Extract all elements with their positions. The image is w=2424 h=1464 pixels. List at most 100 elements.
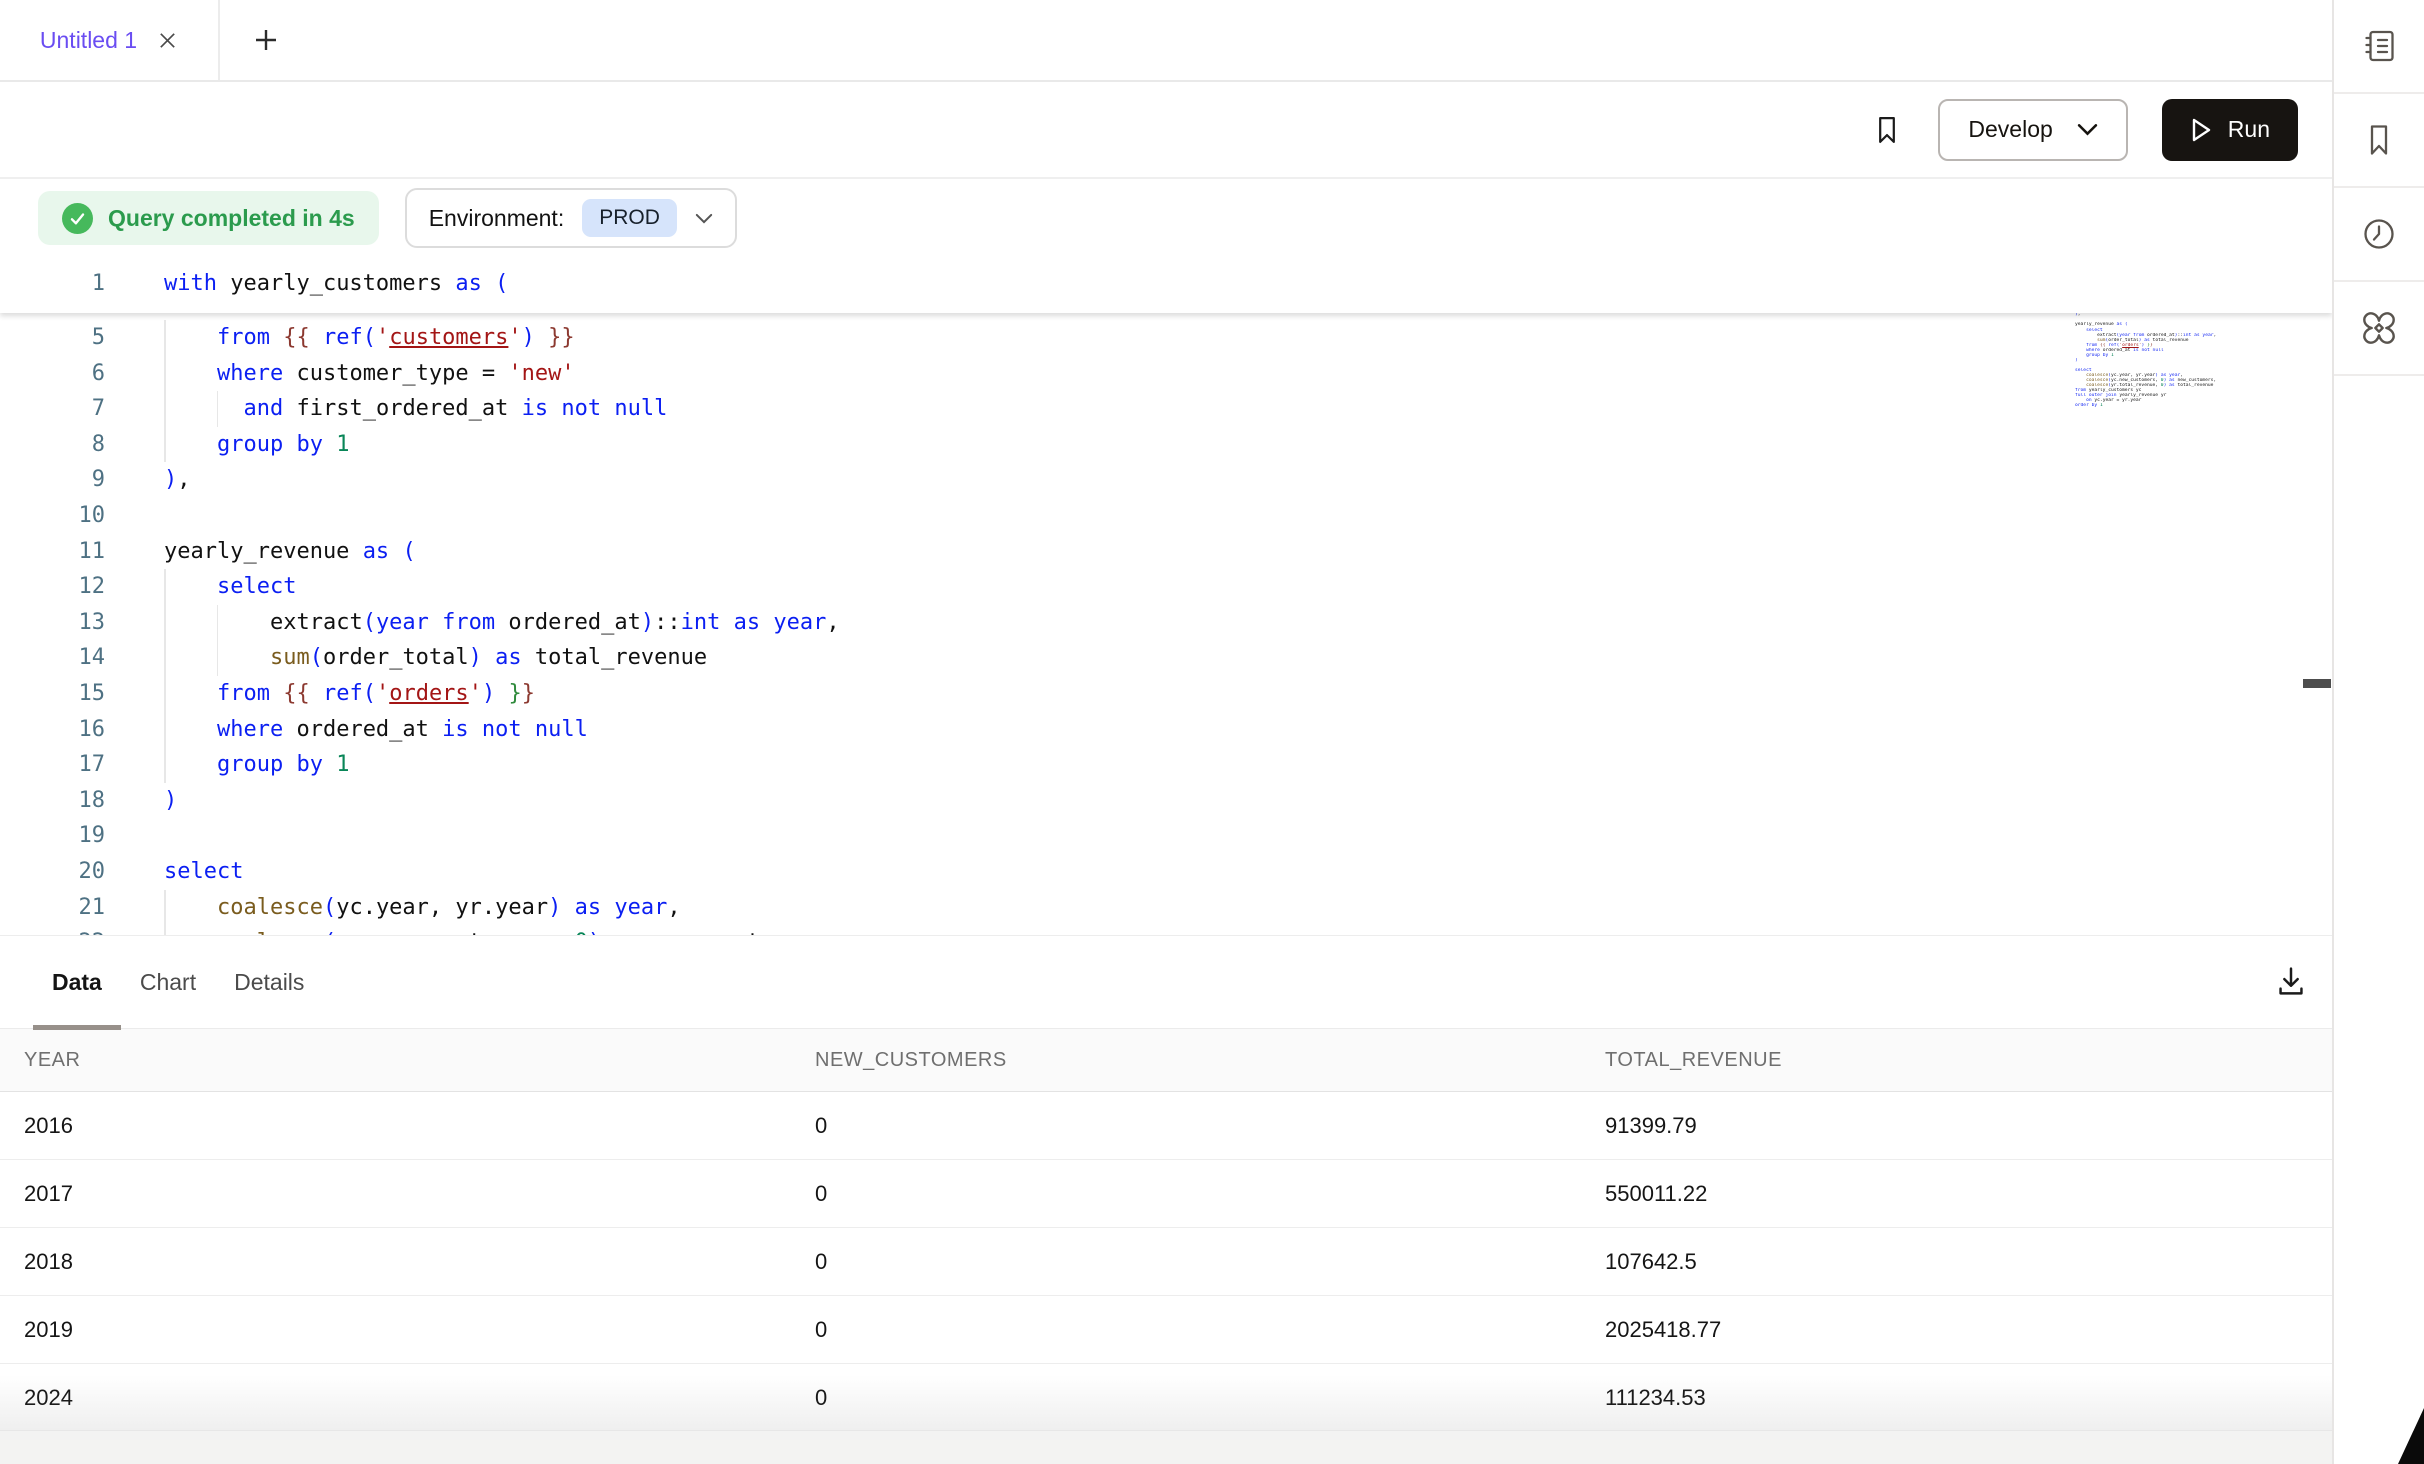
line-number: 11	[0, 534, 105, 570]
results-tabs: Data Chart Details	[0, 936, 2332, 1029]
column-header-total-revenue: TOTAL_REVENUE	[1605, 1049, 2332, 1072]
tab-bar: Untitled 1	[0, 0, 2332, 82]
environment-selector[interactable]: Environment: PROD	[405, 188, 737, 248]
line-number: 20	[0, 854, 105, 890]
line-number: 14	[0, 640, 105, 676]
close-icon	[157, 30, 178, 51]
table-row[interactable]: 20170550011.22	[0, 1160, 2332, 1228]
code-line-5[interactable]: 5 from {{ ref('customers') }}	[0, 320, 2332, 356]
download-button[interactable]	[2272, 962, 2310, 1000]
line-number: 17	[0, 747, 105, 783]
sticky-line[interactable]: 1 with yearly_customers as (	[0, 255, 2332, 313]
line-number: 18	[0, 783, 105, 819]
table-cell: 2018	[24, 1249, 815, 1275]
code-line-13[interactable]: 13 extract(year from ordered_at)::int as…	[0, 605, 2332, 641]
environment-badge: PROD	[582, 199, 677, 237]
line-number: 15	[0, 676, 105, 712]
tab-untitled-1[interactable]: Untitled 1	[0, 0, 220, 80]
code-line-12[interactable]: 12 select	[0, 569, 2332, 605]
code-line-18[interactable]: 18)	[0, 783, 2332, 819]
code-line-22[interactable]: 22 coalesce(yc.new_customers, 0) as new_…	[0, 925, 2332, 935]
line-number: 12	[0, 569, 105, 605]
environment-chevron-icon	[695, 213, 713, 224]
table-row[interactable]: 20180107642.5	[0, 1228, 2332, 1296]
run-label: Run	[2228, 116, 2270, 143]
new-tab-button[interactable]	[252, 26, 280, 54]
sidebar-item-bookmarks[interactable]	[2334, 94, 2424, 188]
tab-chart[interactable]: Chart	[121, 936, 215, 1028]
sidebar-item-dbt[interactable]	[2334, 282, 2424, 376]
resize-grip[interactable]	[2398, 1408, 2424, 1464]
chevron-down-icon	[2077, 123, 2098, 136]
table-row[interactable]: 2016091399.79	[0, 1092, 2332, 1160]
bookmark-icon	[1870, 111, 1904, 149]
right-sidebar	[2332, 0, 2424, 1464]
table-cell: 0	[815, 1385, 1605, 1411]
code-line-16[interactable]: 16 where ordered_at is not null	[0, 712, 2332, 748]
column-header-new-customers: NEW_CUSTOMERS	[815, 1049, 1605, 1072]
toolbar: Develop Run	[0, 82, 2332, 179]
bottom-scrollbar-track[interactable]	[0, 1430, 2332, 1464]
table-header: YEAR NEW_CUSTOMERS TOTAL_REVENUE	[0, 1029, 2332, 1092]
line-number: 22	[0, 925, 105, 935]
line-number: 16	[0, 712, 105, 748]
code-line-17[interactable]: 17 group by 1	[0, 747, 2332, 783]
code-line-11[interactable]: 11yearly_revenue as (	[0, 534, 2332, 570]
tab-data[interactable]: Data	[33, 936, 121, 1028]
table-cell: 0	[815, 1181, 1605, 1207]
history-clock-icon	[2359, 214, 2399, 254]
status-bar: Query completed in 4s Environment: PROD	[0, 179, 2332, 257]
main-column: Untitled 1 Develop Run	[0, 0, 2332, 1464]
app-window: Untitled 1 Develop Run	[0, 0, 2424, 1464]
table-cell: 2019	[24, 1317, 815, 1343]
table-body: 2016091399.7920170550011.2220180107642.5…	[0, 1092, 2332, 1432]
plus-icon	[252, 26, 280, 54]
table-cell: 91399.79	[1605, 1113, 2332, 1139]
code-line-20[interactable]: 20select	[0, 854, 2332, 890]
code-line-19[interactable]: 19	[0, 818, 2332, 854]
table-cell: 0	[815, 1113, 1605, 1139]
table-cell: 0	[815, 1317, 1605, 1343]
develop-label: Develop	[1968, 116, 2052, 143]
column-header-year: YEAR	[24, 1049, 815, 1072]
environment-label: Environment:	[429, 205, 565, 232]
table-cell: 2017	[24, 1181, 815, 1207]
table-cell: 107642.5	[1605, 1249, 2332, 1275]
code-line-14[interactable]: 14 sum(order_total) as total_revenue	[0, 640, 2332, 676]
sidebar-item-notebook[interactable]	[2334, 0, 2424, 94]
code-editor[interactable]: 5 from {{ ref('customers') }}6 where cus…	[0, 255, 2332, 935]
notebook-icon	[2359, 26, 2399, 66]
line-number: 10	[0, 498, 105, 534]
line-number: 13	[0, 605, 105, 641]
line-number: 21	[0, 890, 105, 926]
run-button[interactable]: Run	[2162, 99, 2298, 161]
code-line-15[interactable]: 15 from {{ ref('orders') }}	[0, 676, 2332, 712]
tab-label: Untitled 1	[40, 27, 137, 54]
dbt-star-icon	[2358, 307, 2400, 349]
code-line-7[interactable]: 7 and first_ordered_at is not null	[0, 391, 2332, 427]
table-cell: 2025418.77	[1605, 1317, 2332, 1343]
play-icon	[2190, 117, 2212, 143]
table-cell: 550011.22	[1605, 1181, 2332, 1207]
develop-button[interactable]: Develop	[1938, 99, 2127, 161]
download-icon	[2272, 962, 2310, 1000]
table-row[interactable]: 20240111234.53	[0, 1364, 2332, 1432]
table-cell: 111234.53	[1605, 1385, 2332, 1411]
tab-details[interactable]: Details	[215, 936, 323, 1028]
table-row[interactable]: 201902025418.77	[0, 1296, 2332, 1364]
table-cell: 2024	[24, 1385, 815, 1411]
code-line-6[interactable]: 6 where customer_type = 'new'	[0, 356, 2332, 392]
tab-close-button[interactable]	[157, 30, 178, 51]
code-line-8[interactable]: 8 group by 1	[0, 427, 2332, 463]
bookmark-icon	[2359, 120, 2399, 160]
code-line-9[interactable]: 9),	[0, 462, 2332, 498]
code-line-10[interactable]: 10	[0, 498, 2332, 534]
table-cell: 2016	[24, 1113, 815, 1139]
code-line-21[interactable]: 21 coalesce(yc.year, yr.year) as year,	[0, 890, 2332, 926]
results-panel: Data Chart Details YEAR NEW_CUSTOMERS TO…	[0, 935, 2332, 1464]
scrollbar-thumb[interactable]	[2303, 679, 2331, 688]
check-icon	[62, 203, 93, 234]
sidebar-item-history[interactable]	[2334, 188, 2424, 282]
bookmark-button[interactable]	[1870, 111, 1904, 149]
line-number: 1	[0, 255, 105, 313]
